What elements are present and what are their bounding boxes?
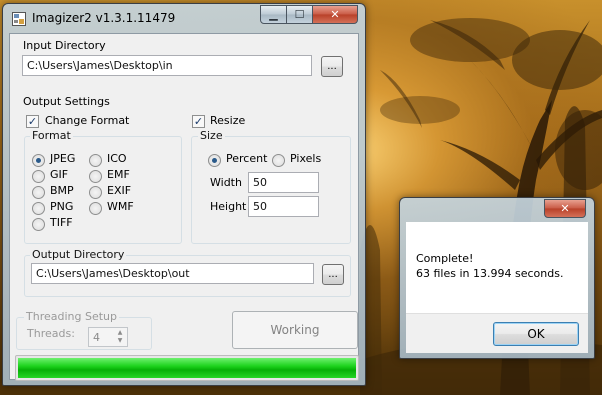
radio-tiff[interactable]	[32, 218, 45, 231]
radio-wmf[interactable]	[89, 202, 102, 215]
change-format-label[interactable]: Change Format	[45, 114, 129, 127]
main-window: Imagizer2 v1.3.1.11479 ▁ ☐ ✕ Input Direc…	[2, 3, 366, 386]
radio-bmp-label[interactable]: BMP	[50, 184, 74, 197]
message-footer: OK	[406, 313, 588, 353]
radio-pixels[interactable]	[272, 154, 285, 167]
input-directory-field[interactable]: C:\Users\James\Desktop\in	[22, 55, 312, 76]
width-label: Width	[210, 176, 242, 189]
change-format-checkbox[interactable]: ✓	[26, 115, 39, 128]
radio-jpeg-label[interactable]: JPEG	[50, 152, 75, 165]
radio-jpeg[interactable]	[32, 154, 45, 167]
message-box: ✕ Complete! 63 files in 13.994 seconds. …	[399, 197, 595, 359]
stepper-arrows-icon[interactable]: ▲ ▼	[114, 329, 126, 345]
height-label: Height	[210, 200, 247, 213]
radio-exif-label[interactable]: EXIF	[107, 184, 131, 197]
threads-stepper[interactable]: 4 ▲ ▼	[88, 327, 128, 347]
format-group-title: Format	[30, 129, 73, 142]
input-directory-label: Input Directory	[23, 39, 106, 52]
height-field[interactable]: 50	[248, 196, 319, 217]
window-title: Imagizer2 v1.3.1.11479	[32, 11, 176, 25]
app-icon	[12, 12, 26, 26]
output-browse-button[interactable]: ...	[322, 264, 344, 285]
resize-label[interactable]: Resize	[210, 114, 245, 127]
close-button[interactable]: ✕	[312, 5, 358, 24]
close-icon: ✕	[330, 8, 340, 21]
threading-group-title: Threading Setup	[24, 310, 119, 323]
radio-emf-label[interactable]: EMF	[107, 168, 130, 181]
radio-png[interactable]	[32, 202, 45, 215]
message-line-complete: Complete!	[416, 252, 474, 265]
radio-gif-label[interactable]: GIF	[50, 168, 68, 181]
message-close-button[interactable]: ✕	[544, 199, 586, 218]
input-browse-button[interactable]: ...	[321, 56, 343, 77]
progress-bar-fill	[18, 358, 356, 378]
maximize-icon: ☐	[294, 8, 305, 21]
radio-wmf-label[interactable]: WMF	[107, 200, 134, 213]
radio-gif[interactable]	[32, 170, 45, 183]
main-client-area: Input Directory C:\Users\James\Desktop\i…	[9, 33, 359, 381]
message-body: Complete! 63 files in 13.994 seconds.	[406, 222, 588, 313]
radio-ico[interactable]	[89, 154, 102, 167]
radio-pixels-label[interactable]: Pixels	[290, 152, 321, 165]
width-field[interactable]: 50	[248, 172, 319, 193]
radio-emf[interactable]	[89, 170, 102, 183]
output-directory-label: Output Directory	[30, 248, 127, 261]
threads-label: Threads:	[27, 327, 75, 340]
ok-button-label: OK	[527, 327, 545, 341]
output-directory-field[interactable]: C:\Users\James\Desktop\out	[31, 263, 314, 284]
minimize-button[interactable]: ▁	[260, 5, 287, 24]
radio-exif[interactable]	[89, 186, 102, 199]
radio-png-label[interactable]: PNG	[50, 200, 73, 213]
message-line-stats: 63 files in 13.994 seconds.	[416, 267, 564, 280]
minimize-icon: ▁	[269, 8, 278, 21]
main-titlebar[interactable]: Imagizer2 v1.3.1.11479 ▁ ☐ ✕	[3, 4, 365, 32]
ok-button[interactable]: OK	[493, 322, 579, 346]
format-groupbox	[24, 136, 182, 244]
radio-ico-label[interactable]: ICO	[107, 152, 127, 165]
size-group-title: Size	[198, 129, 225, 142]
threads-value: 4	[93, 331, 100, 344]
input-browse-label: ...	[327, 61, 337, 72]
resize-checkbox[interactable]: ✓	[192, 115, 205, 128]
radio-bmp[interactable]	[32, 186, 45, 199]
progress-bar	[15, 355, 359, 381]
output-browse-label: ...	[328, 269, 338, 280]
close-icon: ✕	[560, 202, 570, 215]
radio-tiff-label[interactable]: TIFF	[50, 216, 73, 229]
output-settings-label: Output Settings	[23, 95, 110, 108]
radio-percent-label[interactable]: Percent	[226, 152, 267, 165]
radio-percent[interactable]	[208, 154, 221, 167]
working-button-label: Working	[270, 323, 320, 337]
maximize-button[interactable]: ☐	[286, 5, 313, 24]
working-button[interactable]: Working	[232, 311, 358, 349]
